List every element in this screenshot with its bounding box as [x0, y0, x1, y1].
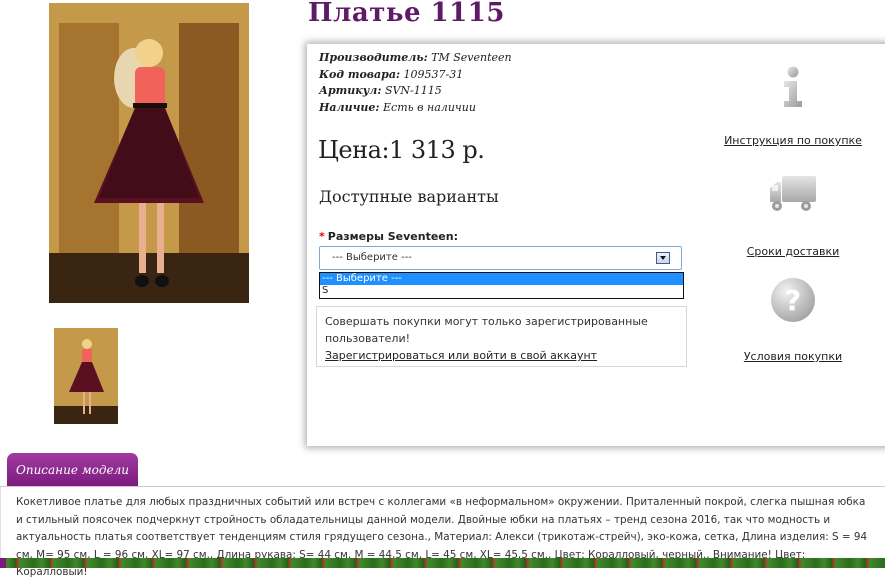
description-panel: Кокетливое платье для любых праздничных …: [0, 487, 885, 578]
delivery-terms-block[interactable]: Сроки доставки: [708, 174, 878, 258]
product-title: Платье 1115: [308, 0, 505, 28]
purchase-instructions-link[interactable]: Инструкция по покупке: [708, 134, 878, 147]
meta-article: Артикул: SVN-1115: [319, 84, 442, 97]
dropdown-option-s[interactable]: S: [320, 285, 683, 297]
meta-product-code: Код товара: 109537-31: [319, 67, 464, 81]
product-thumbnail[interactable]: [54, 328, 118, 424]
info-icon: [784, 66, 802, 107]
required-mark: *: [319, 230, 325, 243]
size-option-label: * Размеры Seventeen:: [319, 230, 458, 243]
size-select[interactable]: --- Выберите ---: [319, 246, 682, 270]
product-main-image[interactable]: [49, 3, 249, 303]
dress-photo: [49, 3, 249, 303]
purchase-instructions-block[interactable]: Инструкция по покупке: [708, 66, 878, 147]
size-select-value: --- Выберите ---: [332, 252, 412, 263]
dropdown-option-placeholder[interactable]: --- Выберите ---: [320, 273, 683, 285]
size-dropdown-list: --- Выберите --- S: [319, 272, 684, 299]
truck-icon: [770, 176, 816, 211]
svg-text:?: ?: [785, 284, 801, 317]
dress-thumbnail-photo: [54, 328, 118, 424]
purchase-conditions-link[interactable]: Условия покупки: [708, 350, 878, 363]
meta-availability: Наличие: Есть в наличии: [319, 100, 476, 114]
chevron-down-icon[interactable]: [656, 252, 670, 264]
login-notice: Совершать покупки могут только зарегистр…: [316, 306, 687, 367]
purchase-conditions-block[interactable]: ? Условия покупки: [708, 277, 878, 363]
notice-text: Совершать покупки могут только зарегистр…: [325, 315, 648, 345]
tab-model-description[interactable]: Описание модели: [7, 453, 138, 486]
christmas-garland-decoration: [0, 558, 885, 568]
product-price: Цена:1 313 р.: [318, 136, 485, 164]
side-tab-edge: [0, 558, 6, 568]
question-icon: ?: [771, 278, 815, 322]
variants-heading: Доступные варианты: [319, 187, 499, 206]
product-meta: Производитель: TM Seventeen Код товара: …: [319, 50, 512, 116]
product-info-panel: Производитель: TM Seventeen Код товара: …: [307, 44, 885, 446]
delivery-terms-link[interactable]: Сроки доставки: [708, 245, 878, 258]
meta-manufacturer: Производитель: TM Seventeen: [319, 51, 512, 64]
register-login-link[interactable]: Зарегистрироваться или войти в свой акка…: [325, 347, 678, 364]
